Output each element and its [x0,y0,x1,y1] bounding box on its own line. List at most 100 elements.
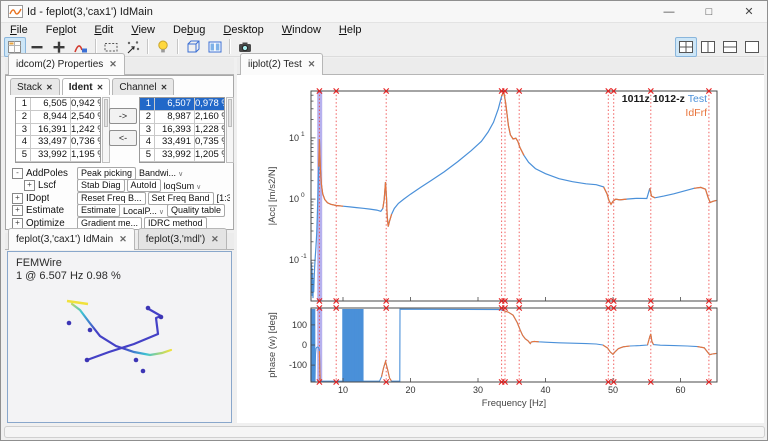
table-row[interactable]: 433,4910,735 % [140,136,224,149]
tree-label[interactable]: AddPoles [26,168,68,179]
tree-button[interactable]: Reset Freq B... [77,192,146,205]
node-pick-icon[interactable] [122,37,144,57]
mode-shape-wireframe[interactable] [8,252,231,422]
tree-button[interactable]: Stab Diag [77,179,125,192]
tree-button[interactable]: Peak picking [77,167,136,180]
title-bar: Id - feplot(3,'cax1') IdMain —□✕ [1,1,768,23]
close-icon[interactable]: ✕ [308,59,316,70]
table-row[interactable]: 16,5070,978 % [140,98,224,111]
tree-dropdown[interactable]: Bandwi...∨ [138,168,184,178]
svg-text:1011z 1012-z Test: 1011z 1012-z Test [622,93,707,105]
table-row[interactable]: 316,3911,242 % [16,124,100,137]
minimize-button[interactable]: — [649,1,689,22]
scrollbar-thumb[interactable] [104,99,108,127]
close-icon[interactable]: ✕ [46,83,53,92]
close-icon[interactable]: ✕ [119,234,127,245]
tab-feplot-mdl[interactable]: feplot(3,'mdl')✕ [138,228,227,249]
expand-icon[interactable]: + [12,205,23,216]
table-row[interactable]: 28,9442,540 % [16,111,100,124]
cell: 1,195 % [71,149,100,162]
table-row[interactable]: 533,9921,205 % [140,149,224,162]
tree-dropdown[interactable]: LocalP...∨ [122,206,165,216]
cell: 2 [16,111,31,124]
tree-button[interactable]: Set Freq Band [148,192,214,205]
svg-text:-100: -100 [289,360,307,370]
transfer-right-button[interactable]: -> [109,108,137,124]
split-view-icon[interactable] [204,37,226,57]
tree-dropdown[interactable]: loqSum∨ [163,181,203,191]
cell: 33,491 [155,136,195,149]
tree-button[interactable]: AutoId [127,179,161,192]
table-row[interactable]: 433,4970,736 % [16,136,100,149]
tree-label[interactable]: Estimate [26,205,64,216]
layout-columns-icon[interactable] [697,37,719,57]
subtab-stack[interactable]: Stack✕ [10,78,60,95]
tree-button[interactable]: Estimate [77,204,120,217]
table-row[interactable]: 533,9921,195 % [16,149,100,162]
close-icon[interactable]: ✕ [211,234,219,245]
pole-table-current[interactable]: 16,5050,942 %28,9442,540 %316,3911,242 %… [15,97,101,163]
scrollbar-thumb[interactable] [228,99,232,127]
subtab-label: Ident [69,82,93,93]
menu-item-feplot[interactable]: Feplot [37,23,86,37]
tree-label[interactable]: IDopt [26,193,49,204]
cell: 16,393 [155,124,195,137]
tree-controls: EstimateLocalP...∨Quality table [77,204,230,217]
cell: 5 [140,149,155,162]
toolbar-separator [147,39,149,54]
layout-rows-icon[interactable] [719,37,741,57]
menu-item-help[interactable]: Help [330,23,371,37]
cell: 2 [140,111,155,124]
dropdown-value: loqSum [164,181,195,191]
tab-idcom-properties[interactable]: idcom(2) Properties ✕ [8,53,125,75]
cell: 1 [140,98,155,111]
cell: 0,735 % [195,136,224,149]
expand-icon[interactable]: + [24,180,35,191]
close-icon[interactable]: ✕ [109,59,117,70]
subtab-label: Channel [119,82,156,93]
tree-row-addpoles: -AddPoles Peak pickingBandwi...∨ [9,167,232,180]
expand-icon[interactable]: + [12,193,23,204]
subtab-channel[interactable]: Channel ✕ [112,78,174,95]
tab-iiplot-test-label: iiplot(2) Test [248,59,302,70]
frf-plots[interactable]: 10110010-11000-100102030405060|Acc| [m/s… [237,75,764,423]
pole-table-alternate-scrollbar[interactable] [226,97,234,163]
svg-text:-1: -1 [301,253,307,260]
iiplot-figure[interactable]: 10110010-11000-100102030405060|Acc| [m/s… [237,75,764,423]
pole-table-alternate[interactable]: 16,5070,978 %28,9872,160 %316,3931,228 %… [139,97,225,163]
lightbulb-icon[interactable] [152,37,174,57]
tree-row-idopt: +IDopt Reset Freq B...Set Freq Band[1:312… [9,192,232,205]
menu-item-window[interactable]: Window [273,23,330,37]
close-button[interactable]: ✕ [729,1,768,22]
menu-item-desktop[interactable]: Desktop [214,23,272,37]
table-row[interactable]: 28,9872,160 % [140,111,224,124]
cell: 8,987 [155,111,195,124]
menu-bar: FileFeplotEditViewDebugDesktopWindowHelp [1,23,768,37]
axes-cube-icon[interactable] [182,37,204,57]
menu-item-debug[interactable]: Debug [164,23,214,37]
svg-text:IdFrf: IdFrf [685,107,707,119]
menu-item-view[interactable]: View [122,23,164,37]
tree-label[interactable]: Lscf [38,180,56,191]
tab-feplot-idmain[interactable]: feplot(3,'cax1') IdMain✕ [8,228,135,250]
desktop-layout-buttons [675,37,763,57]
svg-text:10: 10 [289,194,299,204]
menu-item-edit[interactable]: Edit [85,23,122,37]
table-row[interactable]: 16,5050,942 % [16,98,100,111]
layout-single-icon[interactable] [741,37,763,57]
transfer-left-button[interactable]: <- [109,130,137,146]
maximize-button[interactable]: □ [689,1,729,22]
svg-text:40: 40 [540,385,550,395]
menu-item-file[interactable]: File [1,23,37,37]
close-icon[interactable]: ✕ [97,83,104,92]
tab-iiplot-test[interactable]: iiplot(2) Test ✕ [240,53,323,75]
subtab-ident[interactable]: Ident ✕ [62,78,111,95]
table-row[interactable]: 316,3931,228 % [140,124,224,137]
collapse-icon[interactable]: - [12,168,23,179]
tree-controls: Stab DiagAutoIdloqSum∨ [77,179,230,192]
close-icon[interactable]: ✕ [161,83,168,92]
tree-button[interactable]: Quality table [167,204,225,217]
tree-dropdown[interactable]: [1:3124...∨ [216,193,230,203]
feplot-viewer[interactable]: FEMWire 1 @ 6.507 Hz 0.98 % [7,251,232,423]
layout-grid-icon[interactable] [675,37,697,57]
